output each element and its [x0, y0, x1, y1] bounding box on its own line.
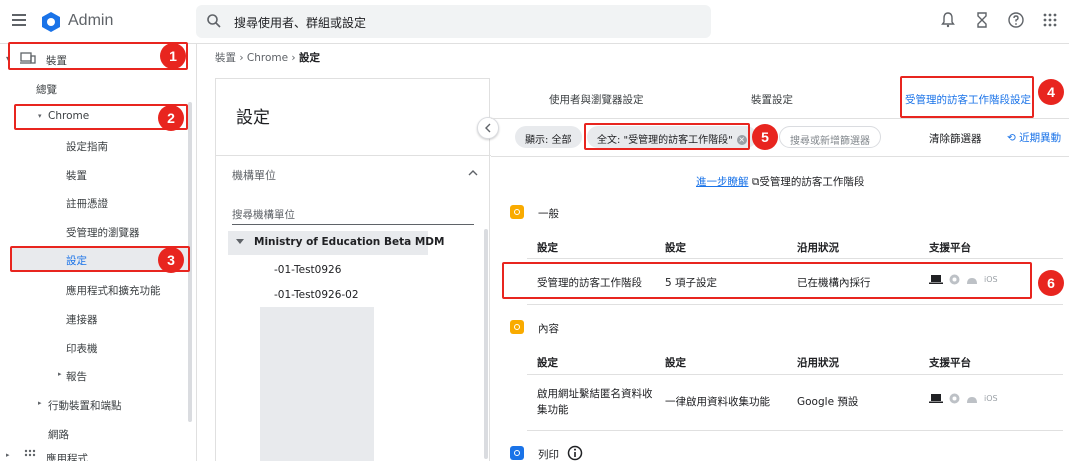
search-icon — [207, 14, 221, 28]
platform-icons: iOS — [929, 393, 998, 404]
gear-icon — [510, 446, 524, 460]
setting-name-line2[interactable]: 集功能 — [537, 402, 569, 417]
history-icon: ⟲ — [1007, 132, 1016, 144]
setting-value: 一律啟用資料收集功能 — [665, 396, 770, 408]
breadcrumb-devices[interactable]: 裝置 — [215, 52, 236, 64]
divider — [216, 155, 491, 156]
org-unit-search-input[interactable]: 搜尋機構單位 — [232, 207, 474, 225]
learn-more-line: 進一步瞭解 ⧉受管理的訪客工作階段 — [696, 174, 864, 189]
column-header-setting: 設定 — [537, 357, 558, 369]
recent-changes-label: 近期異動 — [1019, 132, 1062, 144]
highlight-box — [900, 76, 1034, 118]
filter-chip-show-all[interactable]: 顯示: 全部 — [515, 126, 582, 148]
learn-more-link[interactable]: 進一步瞭解 — [696, 176, 749, 188]
divider — [491, 156, 1069, 157]
search-text: 搜尋使用者、群組或設定 — [234, 16, 367, 30]
hourglass-icon[interactable] — [973, 11, 991, 29]
annotation-badge: 1 — [160, 43, 186, 69]
apps-grid-icon — [24, 449, 36, 457]
sidebar-item-enrollment-tokens[interactable]: 註冊憑證 — [66, 196, 108, 211]
org-unit-root-label: Ministry of Education Beta MDM — [254, 236, 445, 248]
column-header-inheritance: 沿用狀況 — [797, 242, 839, 254]
ios-label: iOS — [984, 394, 998, 403]
setting-status: Google 預設 — [797, 396, 859, 408]
sidebar-item-managed-browsers[interactable]: 受管理的瀏覽器 — [66, 225, 140, 240]
sidebar-item-mobile-endpoints[interactable]: 行動裝置和端點 — [48, 398, 122, 413]
chevron-right-icon[interactable]: ▸ — [38, 399, 42, 407]
admin-logo-icon — [42, 12, 60, 32]
help-icon[interactable] — [1007, 11, 1025, 29]
breadcrumb-current: 設定 — [298, 52, 320, 64]
tab-device-settings[interactable]: 裝置設定 — [751, 92, 793, 107]
search-bar[interactable]: 搜尋使用者、群組或設定 — [196, 5, 711, 38]
filter-add-placeholder: 搜尋或新增篩選器 — [790, 136, 870, 147]
learn-more-text: 受管理的訪客工作階段 — [759, 176, 865, 188]
column-header-config: 設定 — [665, 357, 686, 369]
annotation-badge: 6 — [1038, 270, 1064, 296]
gear-icon — [510, 205, 524, 219]
info-icon[interactable] — [567, 445, 583, 461]
chevron-right-icon[interactable]: ▸ — [6, 451, 10, 459]
setting-name-line1[interactable]: 啟用網址繫結匿名資料收 — [537, 386, 653, 401]
sidebar-item-apps[interactable]: 應用程式 — [46, 451, 88, 461]
breadcrumb-separator: › — [239, 52, 244, 64]
highlight-box — [584, 123, 750, 150]
sidebar-item-reports[interactable]: 報告 — [66, 369, 87, 384]
org-unit-panel: 設定 機構單位 搜尋機構單位 Ministry of Education Bet… — [215, 78, 491, 461]
menu-icon[interactable] — [12, 14, 26, 26]
page-title: 設定 — [236, 108, 270, 128]
divider — [527, 374, 1063, 375]
tab-user-browser-settings[interactable]: 使用者與瀏覽器設定 — [549, 92, 644, 107]
breadcrumb-chrome[interactable]: Chrome — [247, 52, 288, 64]
sidebar-item-connectors[interactable]: 連接器 — [66, 312, 98, 327]
caret-down-icon[interactable] — [236, 239, 244, 244]
sidebar-item-setup-guide[interactable]: 設定指南 — [66, 139, 108, 154]
org-unit-scrollbar[interactable] — [484, 229, 488, 459]
app-title: Admin — [68, 12, 114, 29]
redacted-area — [260, 307, 374, 461]
annotation-badge: 5 — [752, 124, 778, 150]
divider — [527, 304, 1063, 305]
android-icon — [967, 396, 977, 403]
laptop-icon — [929, 394, 943, 403]
section-title: 內容 — [538, 323, 559, 335]
gear-icon — [510, 320, 524, 334]
bell-icon[interactable] — [939, 11, 957, 29]
column-header-setting: 設定 — [537, 242, 558, 254]
filter-chip-label: 顯示: 全部 — [525, 135, 572, 146]
annotation-badge: 2 — [158, 105, 184, 131]
clear-filters-button[interactable]: 清除篩選器 — [929, 131, 982, 146]
org-unit-child[interactable]: -01-Test0926-02 — [274, 289, 359, 301]
org-unit-root[interactable]: Ministry of Education Beta MDM — [228, 231, 444, 255]
sidebar-item-apps-extensions[interactable]: 應用程式和擴充功能 — [66, 283, 161, 298]
org-unit-title: 機構單位 — [232, 169, 276, 182]
apps-grid-icon[interactable] — [1041, 11, 1059, 29]
divider — [527, 430, 1063, 431]
sidebar-item-overview[interactable]: 總覽 — [36, 82, 57, 97]
sidebar-item-network[interactable]: 網路 — [48, 427, 69, 442]
sidebar-item-chrome-devices[interactable]: 裝置 — [66, 168, 87, 183]
divider — [527, 258, 1063, 259]
section-title: 列印 — [538, 449, 559, 461]
breadcrumb-separator: › — [291, 52, 296, 64]
column-header-platforms: 支援平台 — [929, 242, 971, 254]
section-title: 一般 — [538, 208, 559, 220]
chevron-up-icon[interactable] — [468, 169, 478, 177]
recent-changes-button[interactable]: ⟲ 近期異動 — [1007, 130, 1061, 145]
breadcrumb: 裝置 › Chrome › 設定 — [215, 50, 320, 65]
column-header-inheritance: 沿用狀況 — [797, 357, 839, 369]
chevron-right-icon[interactable]: ▸ — [58, 370, 62, 378]
chrome-icon — [949, 393, 960, 404]
column-header-platforms: 支援平台 — [929, 357, 971, 369]
filter-add-input[interactable]: 搜尋或新增篩選器 — [779, 126, 881, 148]
divider — [491, 118, 1069, 119]
annotation-badge: 4 — [1038, 79, 1064, 105]
sidebar-item-printers[interactable]: 印表機 — [66, 341, 98, 356]
org-unit-child[interactable]: -01-Test0926 — [274, 264, 341, 276]
top-bar: Admin 搜尋使用者、群組或設定 — [0, 0, 1069, 44]
annotation-badge: 3 — [158, 247, 184, 273]
highlight-box — [502, 262, 1032, 299]
column-header-config: 設定 — [665, 242, 686, 254]
